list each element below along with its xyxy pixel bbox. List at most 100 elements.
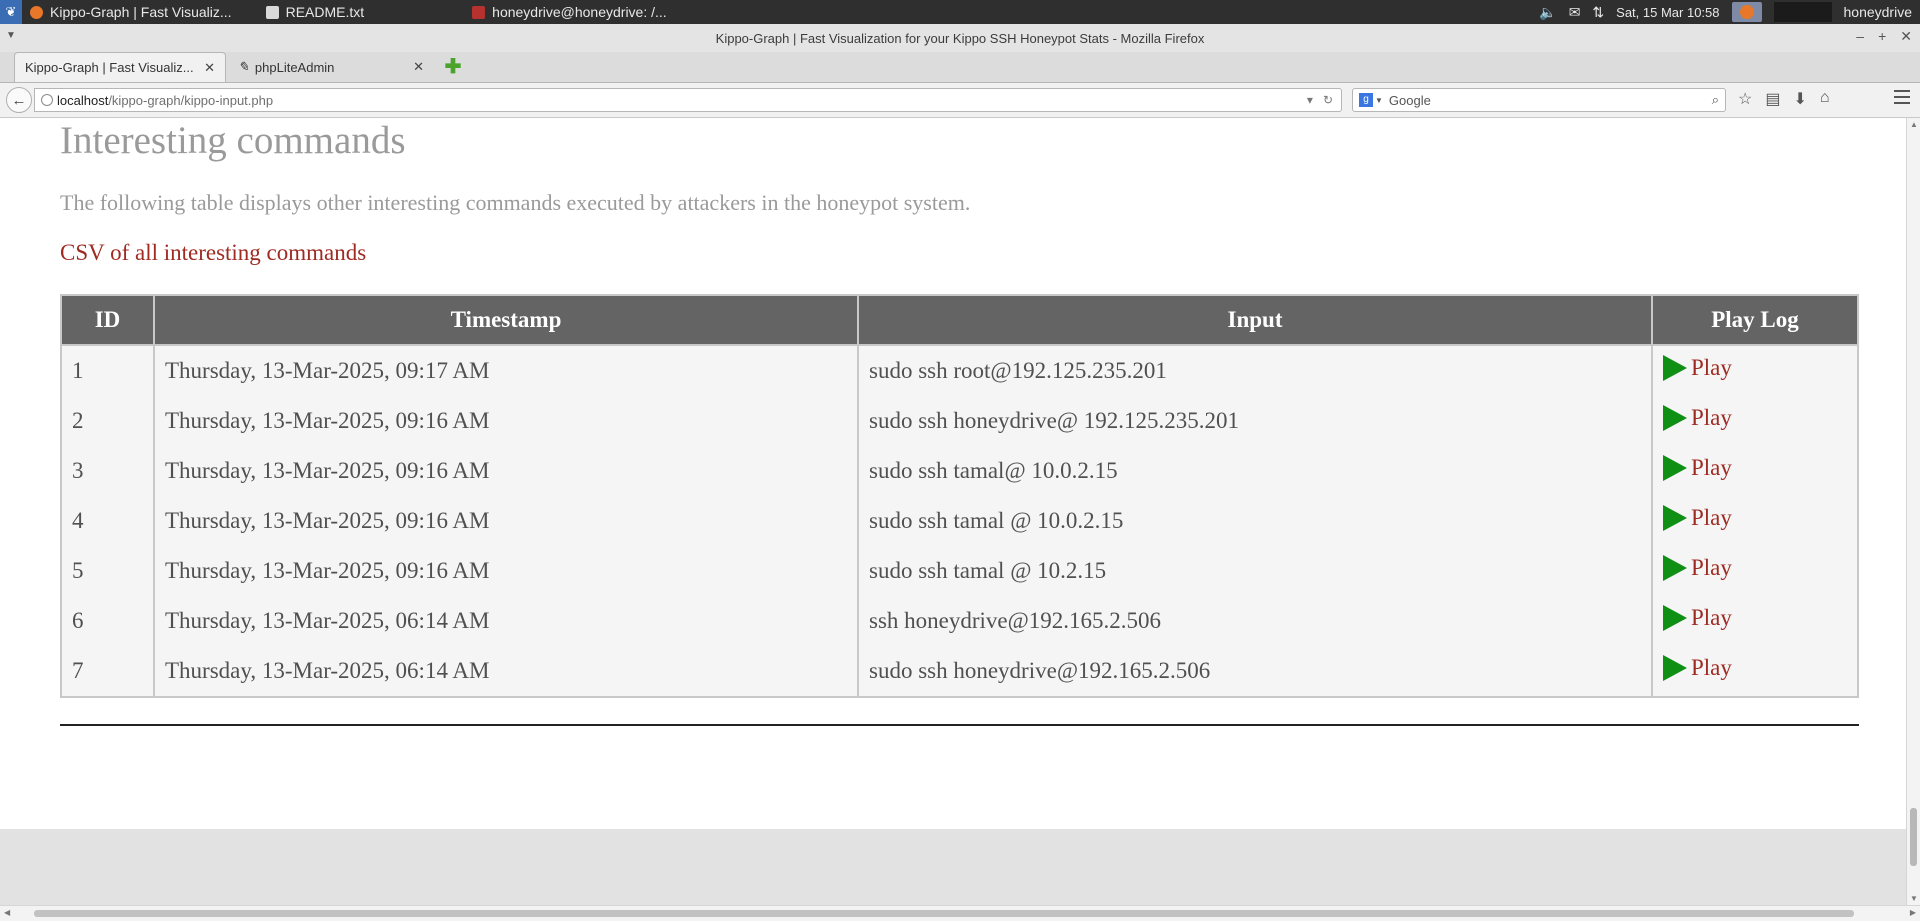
cell-input: sudo ssh root@192.125.235.201	[857, 345, 1653, 396]
cell-id: 2	[60, 396, 155, 446]
close-window-icon[interactable]: ✕	[1900, 28, 1912, 45]
chevron-down-icon[interactable]: ▼	[1375, 96, 1383, 105]
play-label: Play	[1691, 605, 1732, 630]
cell-id: 1	[60, 345, 155, 396]
bookmark-star-icon[interactable]: ☆	[1738, 89, 1752, 109]
play-log-link[interactable]: Play	[1663, 555, 1732, 581]
volume-icon[interactable]: 🔈	[1539, 4, 1556, 21]
cell-input: sudo ssh tamal @ 10.2.15	[857, 546, 1653, 596]
play-icon	[1663, 605, 1687, 631]
quill-icon: ✎	[238, 59, 249, 74]
tab-phpliteadmin[interactable]: ✎ phpLiteAdmin ✕	[228, 52, 434, 82]
cell-id: 6	[60, 596, 155, 646]
cell-play-log: Play	[1651, 596, 1859, 646]
new-tab-icon[interactable]: ✚	[444, 57, 462, 77]
interesting-commands-table: ID Timestamp Input Play Log 1 Thursday, 1…	[60, 294, 1859, 698]
taskbar-task-label: honeydrive@honeydrive: /...	[492, 4, 667, 20]
page-title: Interesting commands	[60, 119, 406, 162]
back-button[interactable]: ←	[6, 87, 32, 113]
vertical-scroll-thumb[interactable]	[1910, 808, 1917, 866]
home-icon[interactable]: ⌂	[1820, 89, 1830, 109]
horizontal-divider	[60, 724, 1859, 726]
play-log-link[interactable]: Play	[1663, 355, 1732, 381]
close-tab-icon[interactable]: ✕	[413, 59, 424, 75]
cell-play-log: Play	[1651, 496, 1859, 546]
cell-play-log: Play	[1651, 546, 1859, 596]
window-title: Kippo-Graph | Fast Visualization for you…	[715, 30, 1205, 46]
navigation-bar: ← localhost/kippo-graph/kippo-input.php …	[0, 83, 1920, 118]
cell-id: 5	[60, 546, 155, 596]
text-editor-icon	[265, 5, 279, 19]
url-path: /kippo-graph/kippo-input.php	[108, 92, 274, 108]
cell-input: sudo ssh tamal @ 10.0.2.15	[857, 496, 1653, 546]
horizontal-scrollbar[interactable]: ◀ ▶	[0, 905, 1920, 921]
page-viewport: Interesting commands The following table…	[0, 118, 1906, 829]
tab-strip: Kippo-Graph | Fast Visualiz... ✕ ✎ phpLi…	[0, 52, 1920, 83]
horizontal-scroll-thumb[interactable]	[34, 910, 1854, 917]
window-menu-icon[interactable]: ▼	[6, 30, 16, 41]
scroll-left-icon[interactable]: ◀	[4, 908, 10, 917]
play-log-link[interactable]: Play	[1663, 505, 1732, 531]
app-menu-icon[interactable]: ❦	[0, 0, 22, 24]
google-engine-icon[interactable]: g	[1359, 93, 1373, 107]
cell-timestamp: Thursday, 13-Mar-2025, 06:14 AM	[153, 596, 859, 646]
play-icon	[1663, 655, 1687, 681]
play-log-link[interactable]: Play	[1663, 655, 1732, 681]
scroll-down-icon[interactable]: ▼	[1910, 894, 1918, 903]
header-play-log: Play Log	[1651, 294, 1859, 346]
minimize-icon[interactable]: –	[1856, 28, 1864, 45]
bookmarks-list-icon[interactable]: ▤	[1765, 89, 1780, 109]
taskbar-task-label: README.txt	[285, 4, 365, 20]
user-menu[interactable]: honeydrive	[1844, 4, 1913, 20]
cell-play-log: Play	[1651, 345, 1859, 396]
cell-play-log: Play	[1651, 396, 1859, 446]
cell-id: 3	[60, 446, 155, 496]
maximize-icon[interactable]: +	[1878, 28, 1886, 45]
tab-label: Kippo-Graph | Fast Visualiz...	[25, 60, 194, 75]
page-description: The following table displays other inter…	[60, 190, 971, 215]
csv-download-link[interactable]: CSV of all interesting commands	[60, 240, 366, 266]
play-icon	[1663, 405, 1687, 431]
play-log-link[interactable]: Play	[1663, 605, 1732, 631]
download-icon[interactable]: ⬇	[1793, 89, 1806, 109]
play-log-link[interactable]: Play	[1663, 455, 1732, 481]
play-label: Play	[1691, 655, 1732, 680]
firefox-icon	[30, 5, 43, 19]
cell-input: sudo ssh tamal@ 10.0.2.15	[857, 446, 1653, 496]
network-icon[interactable]: ⇅	[1592, 4, 1604, 21]
scroll-right-icon[interactable]: ▶	[1910, 908, 1916, 917]
cell-timestamp: Thursday, 13-Mar-2025, 09:17 AM	[153, 345, 859, 396]
workspace-switcher[interactable]	[1773, 2, 1832, 22]
search-bar[interactable]: g ▼ Google ⌕	[1352, 88, 1726, 112]
taskbar-task-firefox[interactable]: Kippo-Graph | Fast Visualiz...	[22, 0, 240, 24]
hamburger-menu-icon[interactable]	[1894, 90, 1910, 108]
clock[interactable]: Sat, 15 Mar 10:58	[1616, 5, 1719, 20]
site-identity-icon[interactable]	[41, 94, 53, 106]
scroll-up-icon[interactable]: ▲	[1910, 120, 1918, 129]
cell-input: sudo ssh honeydrive@192.165.2.506	[857, 646, 1653, 697]
cell-id: 7	[60, 646, 155, 697]
mail-icon[interactable]: ✉	[1569, 4, 1581, 21]
taskbar-task-terminal[interactable]: honeydrive@honeydrive: /...	[464, 0, 675, 24]
history-dropdown-icon[interactable]: ▾	[1307, 93, 1313, 107]
cell-id: 4	[60, 496, 155, 546]
play-log-link[interactable]: Play	[1663, 405, 1732, 431]
tab-kippo-graph[interactable]: Kippo-Graph | Fast Visualiz... ✕	[14, 52, 226, 82]
search-icon[interactable]: ⌕	[1712, 92, 1719, 108]
cell-timestamp: Thursday, 13-Mar-2025, 06:14 AM	[153, 646, 859, 697]
cell-play-log: Play	[1651, 446, 1859, 496]
play-label: Play	[1691, 555, 1732, 580]
taskbar-task-label: Kippo-Graph | Fast Visualiz...	[50, 4, 232, 20]
play-label: Play	[1691, 405, 1732, 430]
header-timestamp: Timestamp	[153, 294, 859, 346]
taskbar-task-readme[interactable]: README.txt	[258, 0, 373, 24]
firefox-tray-icon[interactable]	[1731, 2, 1762, 22]
url-bar[interactable]: localhost/kippo-graph/kippo-input.php ▾ …	[34, 88, 1342, 112]
close-tab-icon[interactable]: ✕	[204, 60, 215, 76]
desktop-taskbar: ❦ Kippo-Graph | Fast Visualiz... README.…	[0, 0, 1920, 24]
table-row: 1 Thursday, 13-Mar-2025, 09:17 AM sudo ssh…	[60, 345, 1859, 396]
vertical-scrollbar[interactable]: ▲ ▼	[1906, 118, 1920, 905]
table-row: 4 Thursday, 13-Mar-2025, 09:16 AM sudo ssh…	[60, 496, 1859, 546]
reload-icon[interactable]: ↻	[1323, 93, 1333, 107]
cell-input: sudo ssh honeydrive@ 192.125.235.201	[857, 396, 1653, 446]
